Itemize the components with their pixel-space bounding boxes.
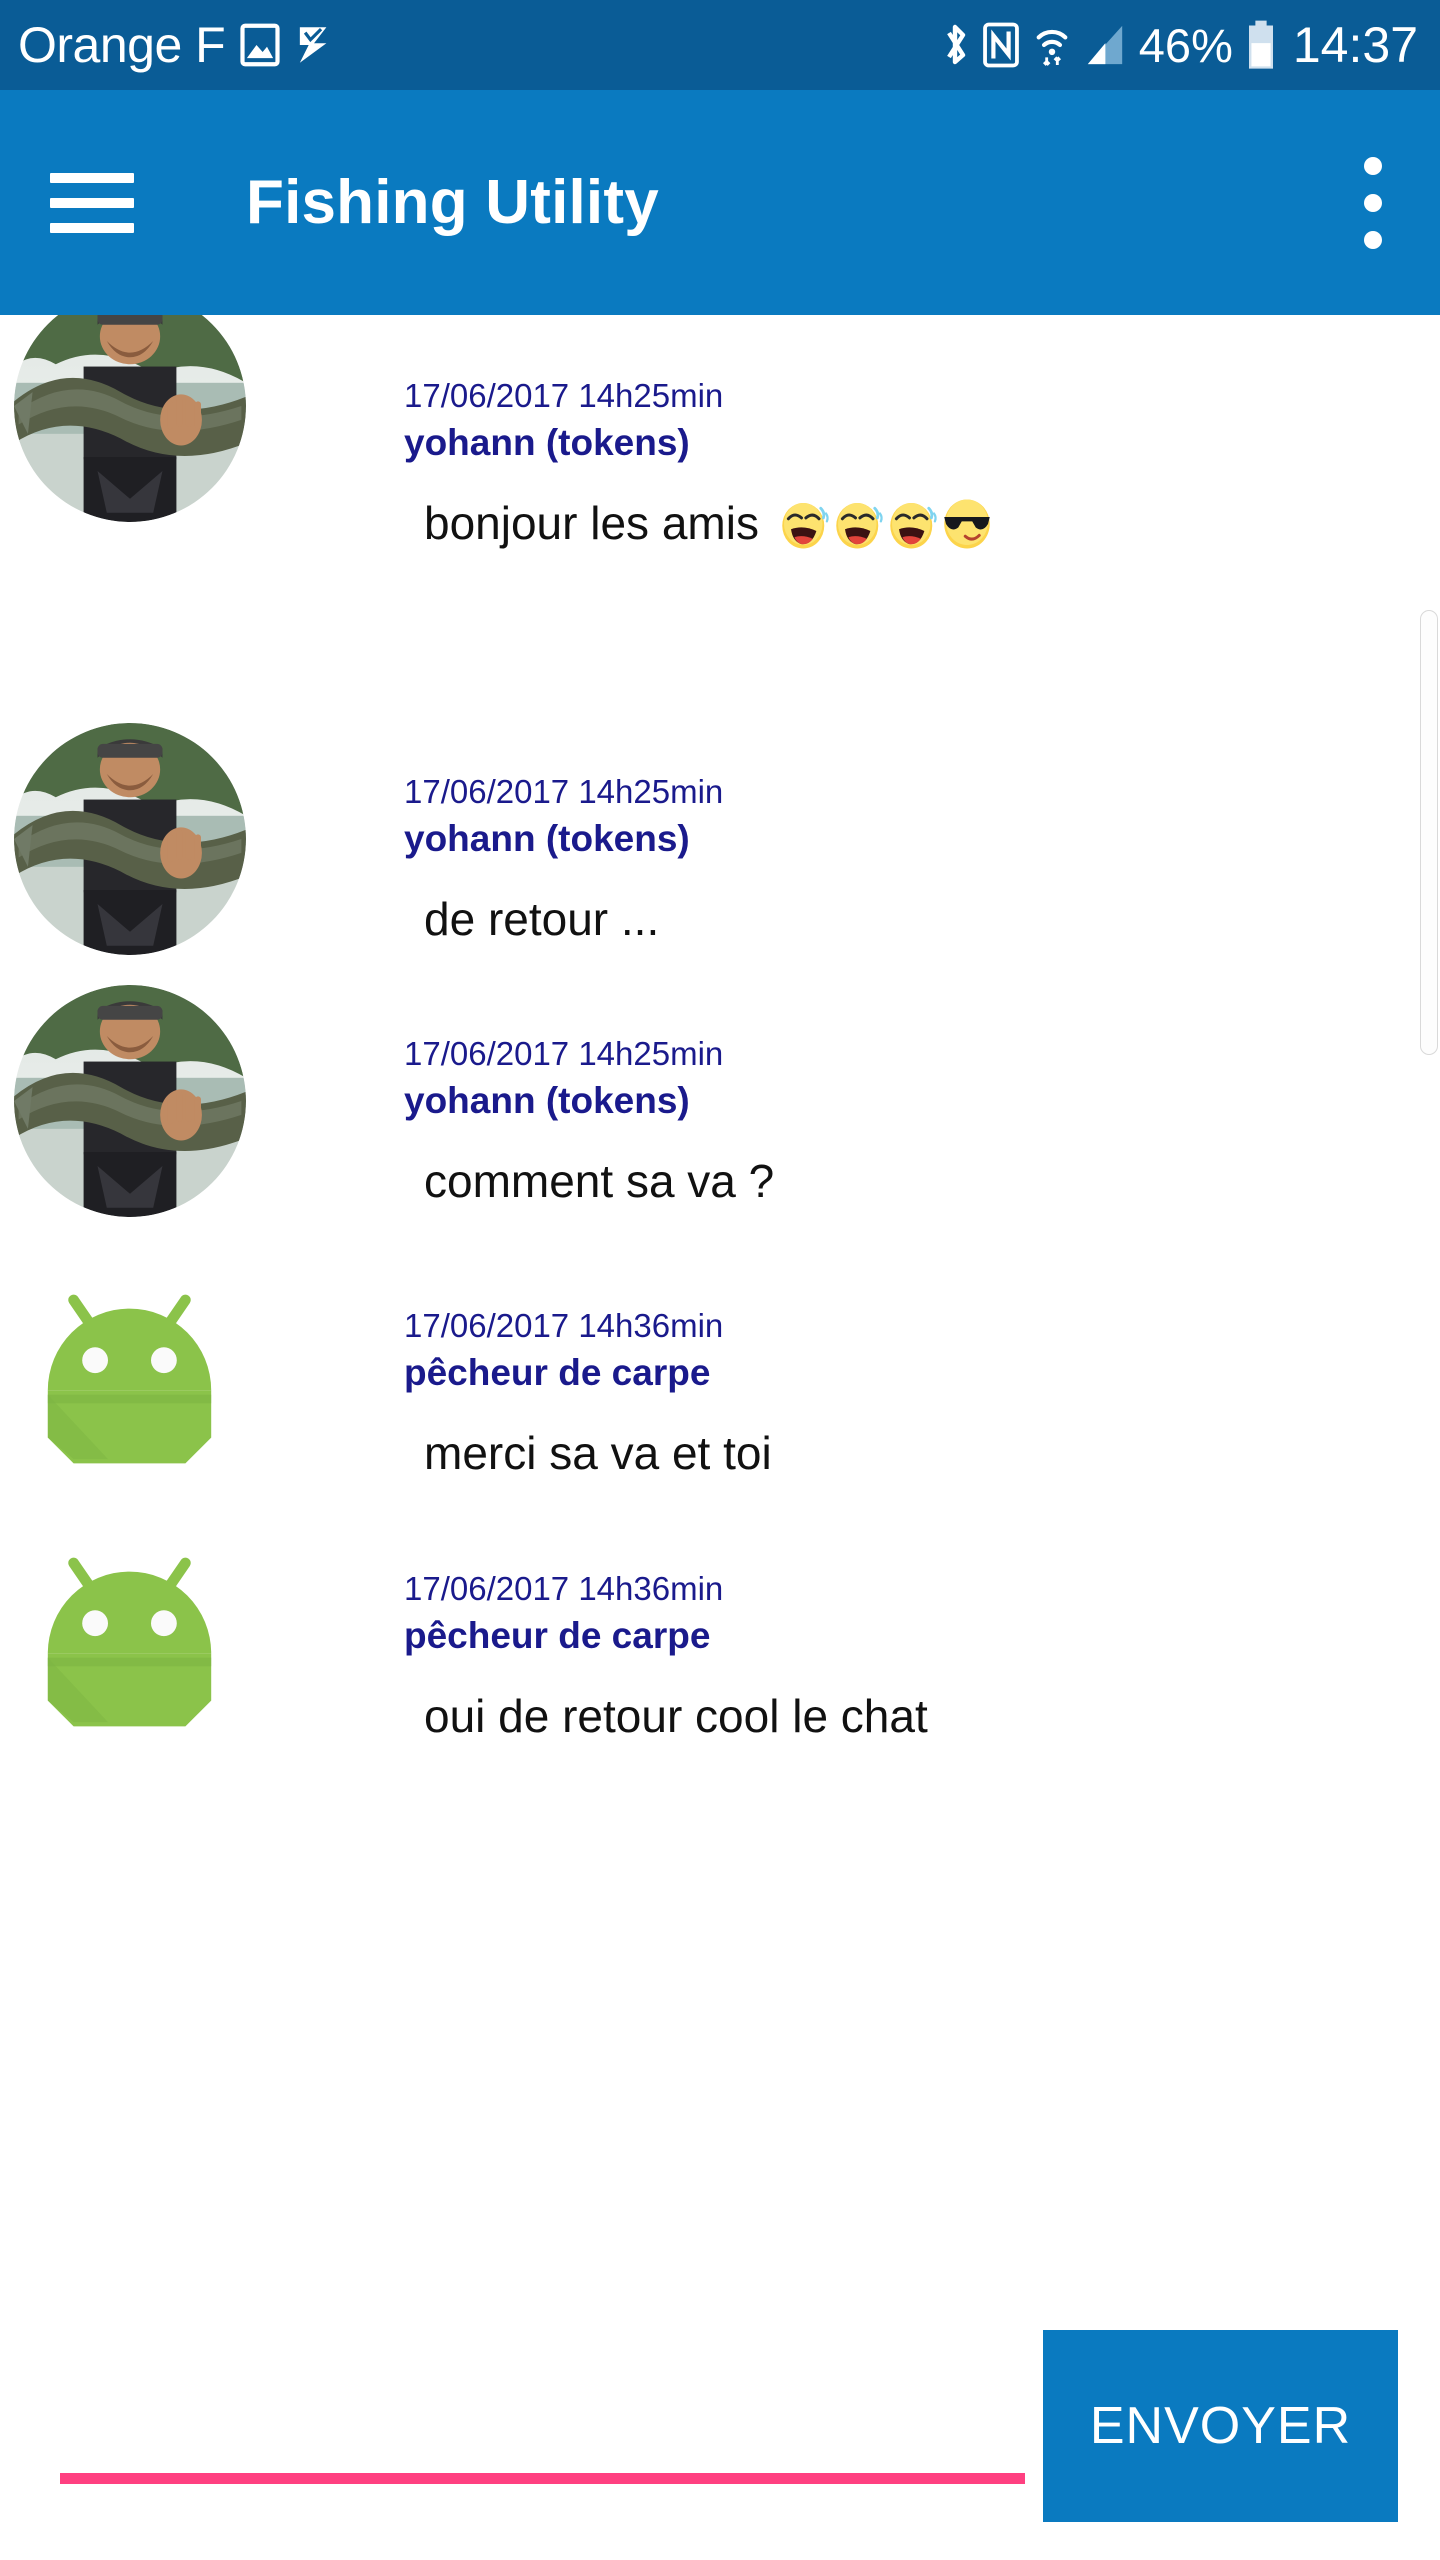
message-content: 17/06/2017 14h25min yohann (tokens) comm… bbox=[404, 1033, 1404, 1211]
avatar[interactable] bbox=[22, 1257, 237, 1472]
nfc-icon bbox=[982, 22, 1019, 68]
overflow-dot bbox=[1364, 193, 1382, 212]
photo-fisherman-with-pike bbox=[14, 985, 246, 1217]
avatar[interactable] bbox=[14, 723, 246, 955]
message-timestamp: 17/06/2017 14h25min bbox=[404, 1035, 724, 1072]
message-content: 17/06/2017 14h25min yohann (tokens) de r… bbox=[404, 771, 1404, 949]
sunglasses-emoji-icon bbox=[944, 499, 990, 549]
wifi-icon bbox=[1036, 29, 1068, 66]
input-underline bbox=[60, 2473, 1025, 2484]
message-username: pêcheur de carpe bbox=[404, 1352, 711, 1394]
message-timestamp: 17/06/2017 14h25min bbox=[404, 377, 724, 414]
avatar[interactable] bbox=[22, 1520, 237, 1735]
rofl-emoji-icon bbox=[890, 503, 937, 549]
overflow-menu-icon[interactable] bbox=[1362, 156, 1384, 249]
status-bar: Orange F 46% 14:37 bbox=[0, 0, 1440, 90]
message-content: 17/06/2017 14h25min yohann (tokens) bonj… bbox=[404, 375, 1404, 553]
clock-label: 14:37 bbox=[1292, 17, 1418, 73]
message-timestamp: 17/06/2017 14h36min bbox=[404, 1307, 724, 1344]
send-button[interactable]: ENVOYER bbox=[1043, 2330, 1398, 2522]
hamburger-bar bbox=[50, 197, 134, 208]
android-robot-icon bbox=[22, 1257, 237, 1472]
page-title: Fishing Utility bbox=[246, 167, 659, 237]
image-icon bbox=[240, 23, 280, 67]
message-list[interactable]: 17/06/2017 14h25min yohann (tokens) bonj… bbox=[0, 315, 1440, 2280]
android-robot-icon bbox=[22, 1520, 237, 1735]
bluetooth-icon bbox=[946, 24, 965, 65]
battery-icon bbox=[1248, 20, 1273, 69]
battery-percentage: 46% bbox=[1138, 18, 1233, 72]
message-content: 17/06/2017 14h36min pêcheur de carpe mer… bbox=[404, 1305, 1404, 1483]
hamburger-bar bbox=[50, 172, 134, 183]
message-timestamp: 17/06/2017 14h25min bbox=[404, 773, 724, 810]
rofl-emoji-icon bbox=[782, 503, 829, 549]
list-item[interactable]: 17/06/2017 14h25min yohann (tokens) bonj… bbox=[0, 315, 1440, 720]
message-username: yohann (tokens) bbox=[404, 818, 690, 860]
send-button-label: ENVOYER bbox=[1089, 2397, 1352, 2455]
message-username: yohann (tokens) bbox=[404, 1080, 690, 1122]
message-input[interactable] bbox=[60, 2407, 1025, 2475]
rofl-emoji-icon bbox=[836, 503, 883, 549]
avatar[interactable] bbox=[14, 985, 246, 1217]
avatar[interactable] bbox=[14, 315, 246, 522]
overflow-dot bbox=[1364, 230, 1382, 249]
emoji-run bbox=[777, 496, 993, 552]
message-text: merci sa va et toi bbox=[424, 1427, 772, 1480]
message-username: yohann (tokens) bbox=[404, 422, 690, 464]
composer-bar: ENVOYER bbox=[0, 2280, 1440, 2560]
overflow-dot bbox=[1364, 156, 1382, 175]
list-item[interactable]: 17/06/2017 14h36min pêcheur de carpe oui… bbox=[0, 1510, 1440, 1942]
message-text-wrapper: oui de retour cool le chat bbox=[424, 1688, 1404, 1746]
message-input-wrapper bbox=[60, 2330, 1025, 2475]
app-screen: Orange F 46% 14:37 Fishing Utility 17/06… bbox=[0, 0, 1440, 2560]
status-bar-right: 46% 14:37 bbox=[941, 18, 1418, 72]
message-text: comment sa va ? bbox=[424, 1155, 775, 1208]
message-timestamp: 17/06/2017 14h36min bbox=[404, 1570, 724, 1607]
message-username: pêcheur de carpe bbox=[404, 1615, 711, 1657]
photo-fisherman-with-pike bbox=[14, 723, 246, 955]
scrollbar-thumb[interactable] bbox=[1420, 610, 1438, 1055]
photo-fisherman-with-pike bbox=[14, 315, 246, 522]
carrier-label: Orange F bbox=[18, 17, 226, 73]
hamburger-bar bbox=[50, 222, 134, 233]
message-text: bonjour les amis bbox=[424, 497, 759, 550]
status-bar-left: Orange F bbox=[18, 20, 333, 70]
tasks-check-icon bbox=[300, 27, 327, 63]
message-text-wrapper: comment sa va ? bbox=[424, 1153, 1404, 1211]
message-text-wrapper: bonjour les amis bbox=[424, 495, 1404, 553]
message-content: 17/06/2017 14h36min pêcheur de carpe oui… bbox=[404, 1568, 1404, 1746]
signal-icon bbox=[1087, 25, 1122, 65]
message-text: de retour ... bbox=[424, 893, 660, 946]
message-text-wrapper: de retour ... bbox=[424, 891, 1404, 949]
hamburger-icon[interactable] bbox=[50, 172, 134, 233]
app-bar: Fishing Utility bbox=[0, 90, 1440, 315]
message-text-wrapper: merci sa va et toi bbox=[424, 1425, 1404, 1483]
message-text: oui de retour cool le chat bbox=[424, 1690, 928, 1743]
